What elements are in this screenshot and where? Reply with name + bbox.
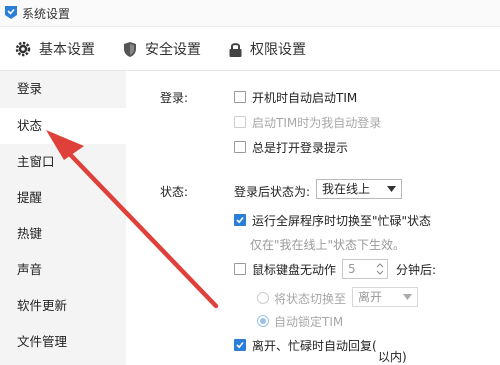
sidebar-item-reminder[interactable]: 提醒 [0,180,126,216]
gear-icon [15,41,31,57]
auto-start-label: 开机时自动启动TIM [252,91,358,105]
title-bar: 系统设置 [0,0,500,27]
auto-lock-radio[interactable] [257,315,269,327]
settings-sidebar: 登录 状态 主窗口 提醒 热键 声音 软件更新 文件管理 [0,71,126,365]
tim-logo-icon [5,6,17,19]
fullscreen-busy-checkbox[interactable] [234,214,246,226]
login-status-value: 我在线上 [322,182,371,196]
fullscreen-busy-hint: 仅在"我在线上"状态下生效。 [250,238,406,252]
idle-label: 鼠标键盘无动作 [252,263,337,277]
sidebar-item-software-update[interactable]: 软件更新 [0,288,126,324]
login-section-label: 登录: [160,91,189,105]
login-prompt-checkbox[interactable] [234,141,246,153]
login-prompt-label: 总是打开登录提示 [252,141,349,155]
auto-lock-label: 自动锁定TIM [274,315,344,329]
chevron-down-icon [403,294,412,300]
fullscreen-busy-label: 运行全屏程序时切换至"忙碌"状态 [252,214,432,228]
switch-status-radio[interactable] [257,292,269,304]
chevron-down-icon [387,186,396,192]
sidebar-item-file-management[interactable]: 文件管理 [0,324,126,360]
idle-status-value: 离开 [358,290,383,304]
auto-login-checkbox [234,116,246,128]
sidebar-item-login[interactable]: 登录 [0,71,126,107]
tab-label: 权限设置 [250,42,306,58]
shield-icon [124,41,136,57]
login-status-select[interactable]: 我在线上 [316,179,402,199]
status-section-label: 状态: [160,185,189,199]
tab-permission-settings[interactable]: 权限设置 [228,39,306,59]
tab-label: 基本设置 [39,42,95,58]
sidebar-item-hotkey[interactable]: 热键 [0,216,126,252]
sidebar-item-status[interactable]: 状态 [0,108,126,144]
checkmark-icon [236,341,244,349]
window-title: 系统设置 [22,7,71,21]
after-login-status-label: 登录后状态为: [234,185,311,199]
idle-minutes-suffix: 分钟后: [396,263,437,277]
stepper-arrows-icon [376,263,384,275]
auto-start-checkbox[interactable] [234,91,246,103]
idle-minutes-value: 5 [348,262,356,276]
sidebar-item-sound[interactable]: 声音 [0,252,126,288]
settings-tab-bar: 基本设置 安全设置 权限设置 [0,27,500,71]
tab-security-settings[interactable]: 安全设置 [122,39,201,59]
auto-reply-label: 离开、忙碌时自动回复( [252,339,377,353]
auto-login-label: 启动TIM时为我自动登录 [252,116,382,130]
switch-status-label: 将状态切换至 [274,292,347,306]
checkmark-icon [236,216,244,224]
idle-status-select: 离开 [352,287,418,307]
idle-checkbox[interactable] [234,263,246,275]
auto-reply-suffix: 以内) [378,350,407,364]
sidebar-item-main-window[interactable]: 主窗口 [0,144,126,180]
tab-basic-settings[interactable]: 基本设置 [14,39,95,59]
settings-content: 登录: 开机时自动启动TIM 启动TIM时为我自动登录 总是打开登录提示 状态:… [126,71,500,365]
auto-reply-checkbox[interactable] [234,339,246,351]
lock-icon [229,42,242,57]
idle-minutes-stepper[interactable]: 5 [342,259,388,279]
tab-label: 安全设置 [145,42,201,58]
